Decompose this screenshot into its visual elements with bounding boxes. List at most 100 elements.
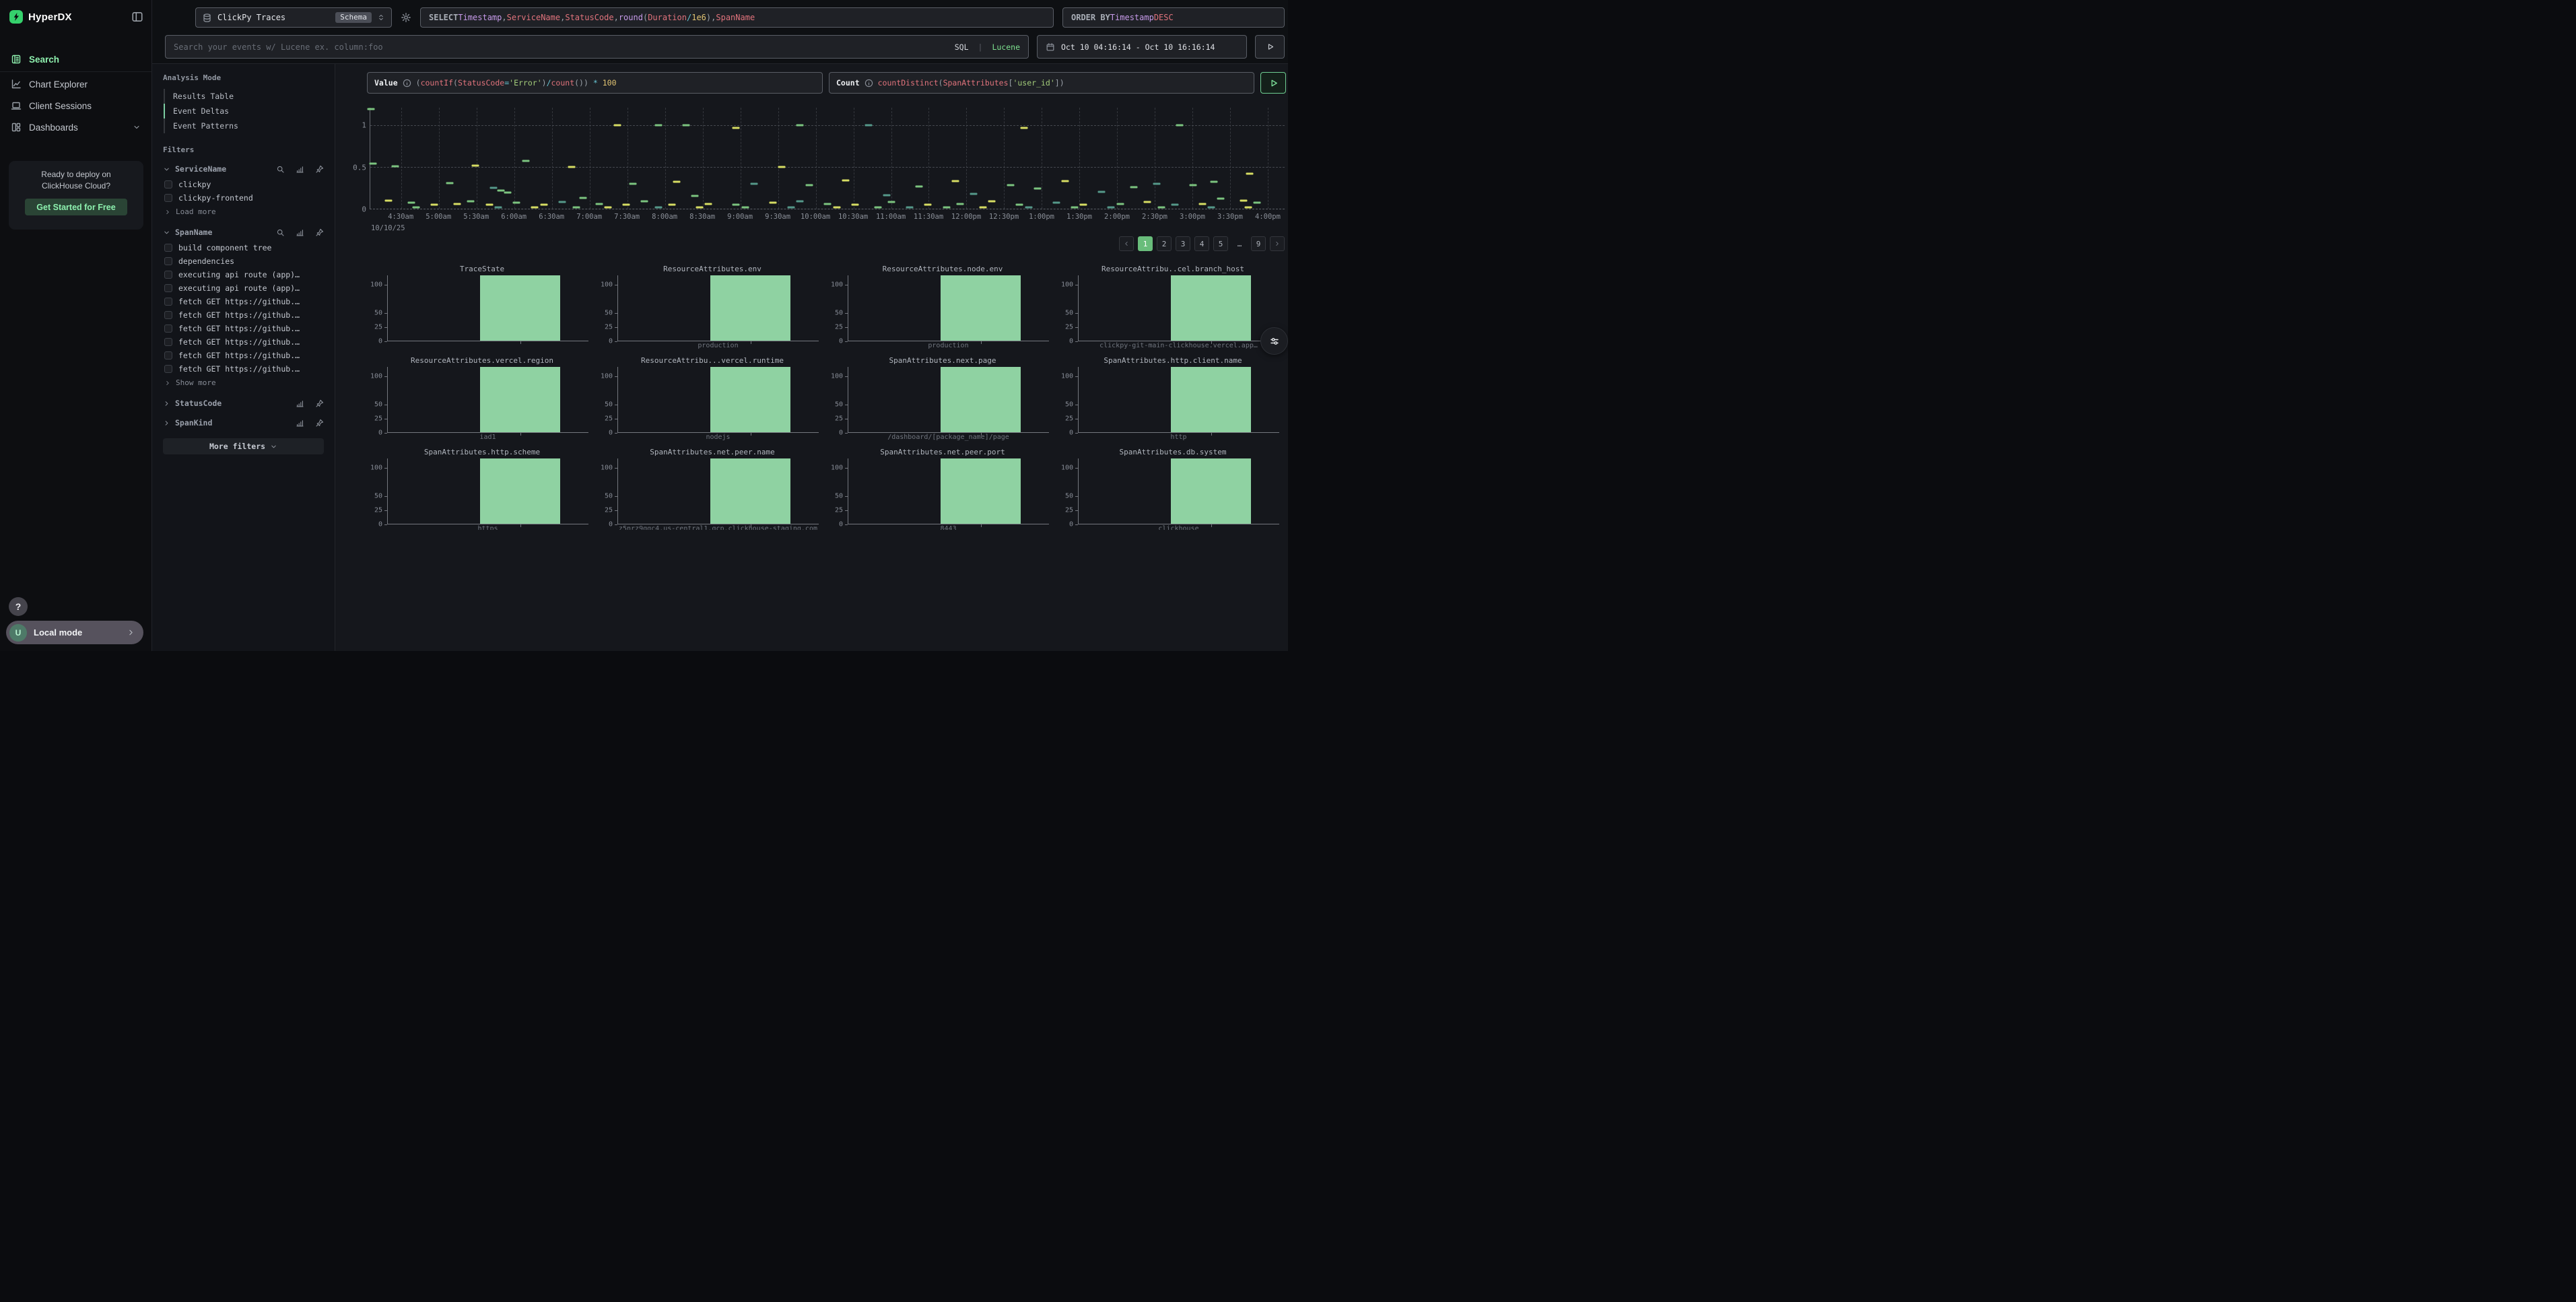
search-icon[interactable] (276, 165, 285, 174)
data-point (796, 125, 804, 127)
checkbox[interactable] (164, 257, 172, 265)
filter-group-servicename[interactable]: ServiceName (163, 164, 324, 174)
checkbox[interactable] (164, 311, 172, 319)
help-button[interactable]: ? (9, 597, 28, 616)
filter-group-statuscode[interactable]: StatusCode (163, 399, 324, 408)
analysis-mode-event-deltas[interactable]: Event Deltas (163, 104, 324, 118)
filter-option-clickpy[interactable]: clickpy (163, 178, 324, 191)
checkbox[interactable] (164, 194, 172, 202)
mini-chart-resourceattributes-node-env[interactable]: ResourceAttributes.node.env10050250produ… (827, 265, 1058, 354)
mini-chart-resourceattributes-env[interactable]: ResourceAttributes.env10050250production (597, 265, 827, 354)
bars-icon[interactable] (296, 419, 304, 427)
gear-icon[interactable] (401, 12, 411, 23)
mini-chart-resourceattribu-vercel-runtime[interactable]: ResourceAttribu...vercel.runtime10050250… (597, 356, 827, 446)
sidebar-item-chart-explorer[interactable]: Chart Explorer (0, 73, 151, 95)
bars-icon[interactable] (296, 228, 304, 237)
page-3[interactable]: 3 (1176, 236, 1190, 251)
mini-chart-spanattributes-net-peer-port[interactable]: SpanAttributes.net.peer.port100502508443 (827, 448, 1058, 537)
date-range-picker[interactable]: Oct 10 04:16:14 - Oct 10 16:16:14 (1037, 35, 1247, 59)
pin-icon[interactable] (315, 165, 324, 174)
filter-option-executing-api-route-app[interactable]: executing api route (app)… (163, 281, 324, 295)
filter-option-clickpy-frontend[interactable]: clickpy-frontend (163, 191, 324, 205)
checkbox[interactable] (164, 324, 172, 333)
show-more-link[interactable]: Show more (163, 376, 324, 388)
filter-option-fetch-get-https-github[interactable]: fetch GET https://github.… (163, 335, 324, 349)
user-menu[interactable]: U Local mode (6, 621, 143, 644)
pin-icon[interactable] (315, 419, 324, 427)
mini-chart-resourceattributes-vercel-region[interactable]: ResourceAttributes.vercel.region10050250… (367, 356, 597, 446)
data-point (778, 166, 786, 168)
analysis-mode-event-patterns[interactable]: Event Patterns (163, 118, 324, 133)
mini-chart-spanattributes-net-peer-name[interactable]: SpanAttributes.net.peer.name10050250z5nr… (597, 448, 827, 537)
analysis-mode-list: Results TableEvent DeltasEvent Patterns (163, 89, 324, 133)
checkbox[interactable] (164, 244, 172, 252)
x-tick-label: 8:30am (689, 213, 715, 221)
filter-option-fetch-get-https-github[interactable]: fetch GET https://github.… (163, 362, 324, 376)
data-point (824, 203, 832, 205)
checkbox[interactable] (164, 298, 172, 306)
filter-option-executing-api-route-app[interactable]: executing api route (app)… (163, 268, 324, 281)
data-point (1240, 199, 1247, 201)
filter-option-fetch-get-https-github[interactable]: fetch GET https://github.… (163, 308, 324, 322)
get-started-button[interactable]: Get Started for Free (25, 199, 127, 215)
collapse-sidebar-icon[interactable] (131, 11, 143, 23)
filter-group-spanname[interactable]: SpanName (163, 228, 324, 237)
pin-icon[interactable] (315, 399, 324, 408)
page-2[interactable]: 2 (1157, 236, 1172, 251)
sql-select-input[interactable]: SELECT Timestamp, ServiceName, StatusCod… (420, 7, 1054, 28)
checkbox[interactable] (164, 365, 172, 373)
bars-icon[interactable] (296, 399, 304, 408)
pin-icon[interactable] (315, 228, 324, 237)
filter-group-spankind[interactable]: SpanKind (163, 418, 324, 427)
bars-icon[interactable] (296, 165, 304, 174)
checkbox[interactable] (164, 271, 172, 279)
mini-chart-spanattributes-db-system[interactable]: SpanAttributes.db.system10050250clickhou… (1058, 448, 1288, 537)
page-prev-button[interactable] (1119, 236, 1134, 251)
checkbox[interactable] (164, 284, 172, 292)
event-deltas-chart[interactable] (370, 108, 1285, 209)
sidebar-item-search[interactable]: Search (0, 48, 151, 70)
mini-chart-spanattributes-http-scheme[interactable]: SpanAttributes.http.scheme10050250https (367, 448, 597, 537)
load-more-link[interactable]: Load more (163, 205, 324, 217)
order-by-input[interactable]: ORDER BY Timestamp DESC (1062, 7, 1285, 28)
lang-toggle-sql[interactable]: SQL (955, 42, 969, 52)
mini-chart-resourceattribu-cel-branch-host[interactable]: ResourceAttribu..cel.branch_host10050250… (1058, 265, 1288, 354)
checkbox[interactable] (164, 338, 172, 346)
page-next-button[interactable] (1270, 236, 1285, 251)
sidebar-item-dashboards[interactable]: Dashboards (0, 116, 151, 138)
analysis-mode-results-table[interactable]: Results Table (163, 89, 324, 104)
page-4[interactable]: 4 (1194, 236, 1209, 251)
page-9[interactable]: 9 (1251, 236, 1266, 251)
checkbox[interactable] (164, 180, 172, 189)
run-query-button[interactable] (1260, 72, 1286, 94)
more-filters-button[interactable]: More filters (163, 438, 324, 454)
data-point (454, 203, 461, 205)
mini-chart-spanattributes-next-page[interactable]: SpanAttributes.next.page10050250/dashboa… (827, 356, 1058, 446)
count-expression-input[interactable]: Count countDistinct(SpanAttributes['user… (829, 72, 1254, 94)
y-tick-label: 0.5 (353, 163, 366, 172)
user-mode-label: Local mode (34, 627, 120, 638)
search-input[interactable]: Search your events w/ Lucene ex. column:… (165, 35, 1029, 59)
filter-option-fetch-get-https-github[interactable]: fetch GET https://github.… (163, 349, 324, 362)
value-expression-input[interactable]: Value (countIf(StatusCode='Error')/count… (367, 72, 823, 94)
data-point (1025, 206, 1032, 208)
checkbox[interactable] (164, 351, 172, 359)
page-1[interactable]: 1 (1138, 236, 1153, 251)
data-point (769, 202, 776, 204)
panel-settings-floating-button[interactable] (1260, 327, 1288, 355)
filter-option-fetch-get-https-github[interactable]: fetch GET https://github.… (163, 322, 324, 335)
search-icon[interactable] (276, 228, 285, 237)
lang-toggle-lucene[interactable]: Lucene (992, 42, 1020, 52)
page-5[interactable]: 5 (1213, 236, 1228, 251)
filter-option-build-component-tree[interactable]: build component tree (163, 241, 324, 254)
filter-option-fetch-get-https-github[interactable]: fetch GET https://github.… (163, 295, 324, 308)
source-select[interactable]: ClickPy Traces Schema (195, 7, 392, 28)
database-icon (202, 13, 212, 23)
data-point (467, 200, 475, 202)
filter-option-dependencies[interactable]: dependencies (163, 254, 324, 268)
mini-chart-spanattributes-http-client-name[interactable]: SpanAttributes.http.client.name10050250h… (1058, 356, 1288, 446)
run-search-button[interactable] (1255, 35, 1285, 59)
sidebar-item-client-sessions[interactable]: Client Sessions (0, 95, 151, 116)
data-point (431, 203, 438, 205)
mini-chart-tracestate[interactable]: TraceState10050250 (367, 265, 597, 354)
